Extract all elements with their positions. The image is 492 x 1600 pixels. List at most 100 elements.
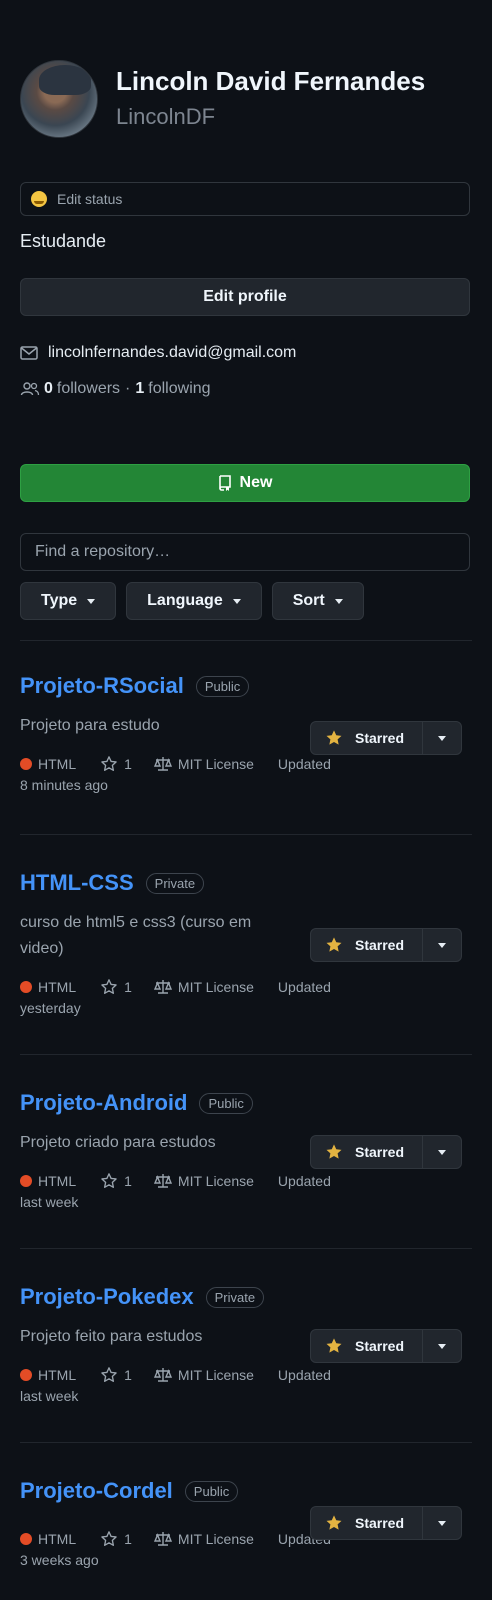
language-filter-button[interactable]: Language bbox=[126, 582, 262, 620]
chevron-down-icon bbox=[438, 1520, 446, 1526]
updated-time: last week bbox=[20, 1388, 79, 1404]
starred-button[interactable]: Starred bbox=[311, 1136, 423, 1168]
visibility-badge: Private bbox=[205, 1286, 265, 1308]
edit-status-button[interactable]: Edit status bbox=[20, 182, 470, 216]
starred-button[interactable]: Starred bbox=[311, 1507, 423, 1539]
repo-language: HTML bbox=[38, 756, 77, 772]
stargazers-link[interactable]: 1 bbox=[100, 755, 132, 773]
visibility-badge: Public bbox=[184, 1480, 239, 1502]
star-icon bbox=[326, 1144, 342, 1159]
star-list-dropdown[interactable] bbox=[423, 929, 461, 961]
star-icon bbox=[326, 937, 342, 952]
repo-name-link[interactable]: Projeto-Android bbox=[20, 1090, 187, 1116]
repo-name-link[interactable]: HTML-CSS bbox=[20, 870, 134, 896]
repo-item: Projeto-Pokedex Private Projeto feito pa… bbox=[20, 1284, 472, 1414]
divider bbox=[20, 640, 472, 641]
starred-button[interactable]: Starred bbox=[311, 1330, 423, 1362]
law-icon bbox=[153, 980, 172, 994]
star-list-dropdown[interactable] bbox=[423, 1507, 461, 1539]
star-button-group: Starred bbox=[310, 1506, 462, 1540]
repo-item: Projeto-Cordel Public HTML 1 MIT License… bbox=[20, 1478, 472, 1578]
starred-label: Starred bbox=[355, 1144, 405, 1160]
repo-item: HTML-CSS Private curso de html5 e css3 (… bbox=[20, 870, 472, 1020]
star-icon bbox=[101, 1367, 117, 1382]
law-icon bbox=[153, 1368, 172, 1382]
star-list-dropdown[interactable] bbox=[423, 1136, 461, 1168]
license-info: MIT License bbox=[153, 1173, 254, 1189]
repo-name-link[interactable]: Projeto-RSocial bbox=[20, 673, 184, 699]
star-list-dropdown[interactable] bbox=[423, 1330, 461, 1362]
follow-stats: 0 followers · 1 following bbox=[20, 380, 211, 398]
smiley-icon bbox=[31, 191, 47, 207]
sort-filter-button[interactable]: Sort bbox=[271, 582, 364, 620]
license-info: MIT License bbox=[153, 756, 254, 772]
language-color-dot bbox=[20, 981, 32, 993]
followers-count[interactable]: 0 bbox=[44, 380, 53, 398]
email-link[interactable]: lincolnfernandes.david@gmail.com bbox=[48, 344, 296, 362]
star-icon bbox=[326, 1515, 342, 1530]
star-list-dropdown[interactable] bbox=[423, 722, 461, 754]
star-button-group: Starred bbox=[310, 721, 462, 755]
star-icon bbox=[101, 756, 117, 771]
stargazers-link[interactable]: 1 bbox=[100, 1530, 132, 1548]
avatar[interactable] bbox=[20, 60, 98, 138]
law-icon bbox=[153, 1532, 172, 1546]
star-icon bbox=[101, 1531, 117, 1546]
starred-label: Starred bbox=[355, 1338, 405, 1354]
updated-label: Updated bbox=[277, 1367, 331, 1383]
starred-button[interactable]: Starred bbox=[311, 722, 423, 754]
following-label[interactable]: following bbox=[148, 380, 210, 398]
chevron-down-icon bbox=[232, 598, 241, 604]
license-label: MIT License bbox=[177, 1531, 254, 1547]
repo-name-link[interactable]: Projeto-Cordel bbox=[20, 1478, 173, 1504]
starred-label: Starred bbox=[355, 937, 405, 953]
updated-time: 3 weeks ago bbox=[20, 1552, 99, 1568]
edit-profile-button[interactable]: Edit profile bbox=[20, 278, 470, 316]
profile-bio: Estudande bbox=[20, 231, 107, 251]
find-repository-input[interactable] bbox=[20, 533, 470, 571]
repo-language: HTML bbox=[38, 979, 77, 995]
star-button-group: Starred bbox=[310, 928, 462, 962]
starred-label: Starred bbox=[355, 730, 405, 746]
repo-name-link[interactable]: Projeto-Pokedex bbox=[20, 1284, 194, 1310]
stargazers-link[interactable]: 1 bbox=[100, 1172, 132, 1190]
repo-item: Projeto-RSocial Public Projeto para estu… bbox=[20, 673, 472, 803]
new-repository-button[interactable]: New bbox=[20, 464, 470, 502]
language-filter-label: Language bbox=[147, 592, 223, 609]
star-count: 1 bbox=[124, 979, 132, 995]
type-filter-button[interactable]: Type bbox=[20, 582, 117, 620]
license-info: MIT License bbox=[153, 979, 254, 995]
star-button-group: Starred bbox=[310, 1135, 462, 1169]
people-icon bbox=[20, 382, 40, 396]
visibility-badge: Private bbox=[145, 872, 205, 894]
repo-meta: HTML 1 MIT License Updated bbox=[20, 1172, 331, 1190]
repo-description: Projeto criado para estudos bbox=[20, 1134, 216, 1151]
stargazers-link[interactable]: 1 bbox=[100, 1366, 132, 1384]
repo-item: Projeto-Android Public Projeto criado pa… bbox=[20, 1090, 472, 1220]
followers-label[interactable]: followers bbox=[57, 380, 120, 398]
language-color-dot bbox=[20, 1175, 32, 1187]
repo-meta: HTML 1 MIT License Updated bbox=[20, 1366, 331, 1384]
repo-description: curso de html5 e css3 (curso em video) bbox=[20, 914, 252, 957]
display-name: Lincoln David Fernandes bbox=[116, 66, 426, 96]
email-row: lincolnfernandes.david@gmail.com bbox=[20, 344, 296, 362]
chevron-down-icon bbox=[438, 735, 446, 741]
updated-label: Updated bbox=[277, 979, 331, 995]
star-button-group: Starred bbox=[310, 1329, 462, 1363]
starred-button[interactable]: Starred bbox=[311, 929, 423, 961]
language-color-dot bbox=[20, 758, 32, 770]
following-count[interactable]: 1 bbox=[135, 380, 144, 398]
license-label: MIT License bbox=[177, 1367, 254, 1383]
stargazers-link[interactable]: 1 bbox=[100, 978, 132, 996]
star-icon bbox=[101, 1173, 117, 1188]
type-filter-label: Type bbox=[41, 592, 78, 609]
star-count: 1 bbox=[124, 1531, 132, 1547]
updated-time: 8 minutes ago bbox=[20, 777, 108, 793]
new-label: New bbox=[239, 474, 273, 491]
repo-language: HTML bbox=[38, 1531, 77, 1547]
license-info: MIT License bbox=[153, 1367, 254, 1383]
language-color-dot bbox=[20, 1369, 32, 1381]
sort-filter-label: Sort bbox=[292, 592, 325, 609]
edit-status-label: Edit status bbox=[57, 191, 123, 207]
visibility-badge: Public bbox=[195, 675, 250, 697]
